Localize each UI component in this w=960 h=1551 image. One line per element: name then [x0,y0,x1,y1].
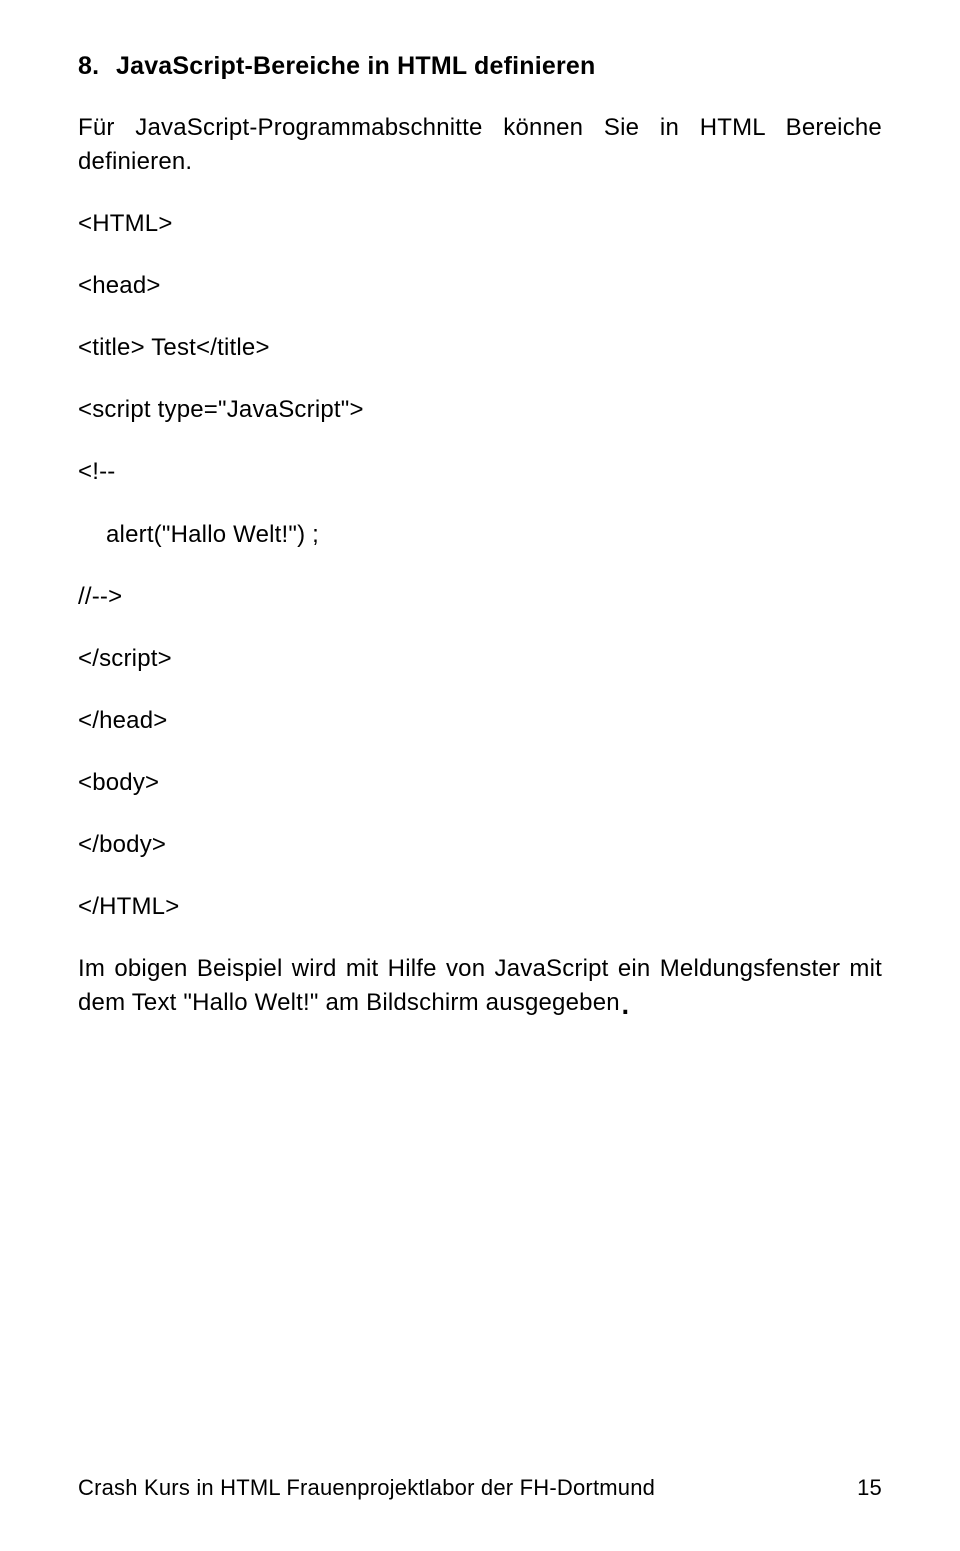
code-line: alert("Hallo Welt!") ; [78,518,882,552]
code-line: </script> [78,642,882,676]
code-line: //--> [78,580,882,614]
code-line: <!-- [78,455,882,489]
outro-paragraph: Im obigen Beispiel wird mit Hilfe von Ja… [78,952,882,1020]
intro-paragraph: Für JavaScript-Programmabschnitte können… [78,111,882,179]
outro-text: Im obigen Beispiel wird mit Hilfe von Ja… [78,955,882,1016]
footer-text: Crash Kurs in HTML Frauenprojektlabor de… [78,1475,655,1500]
code-line: </HTML> [78,890,882,924]
section-number: 8. [78,52,116,81]
section-title: JavaScript-Bereiche in HTML definieren [116,52,596,80]
code-line: <body> [78,766,882,800]
code-line: <HTML> [78,207,882,241]
full-stop-icon: . [620,979,631,1023]
code-line: <script type="JavaScript"> [78,393,882,427]
section-heading: 8.JavaScript-Bereiche in HTML definieren [78,52,882,81]
code-line: </body> [78,828,882,862]
document-page: 8.JavaScript-Bereiche in HTML definieren… [0,0,960,1551]
code-line: <head> [78,269,882,303]
code-line: <title> Test</title> [78,331,882,365]
page-footer: Crash Kurs in HTML Frauenprojektlabor de… [78,1475,882,1501]
page-number: 15 [857,1475,882,1501]
code-line: </head> [78,704,882,738]
